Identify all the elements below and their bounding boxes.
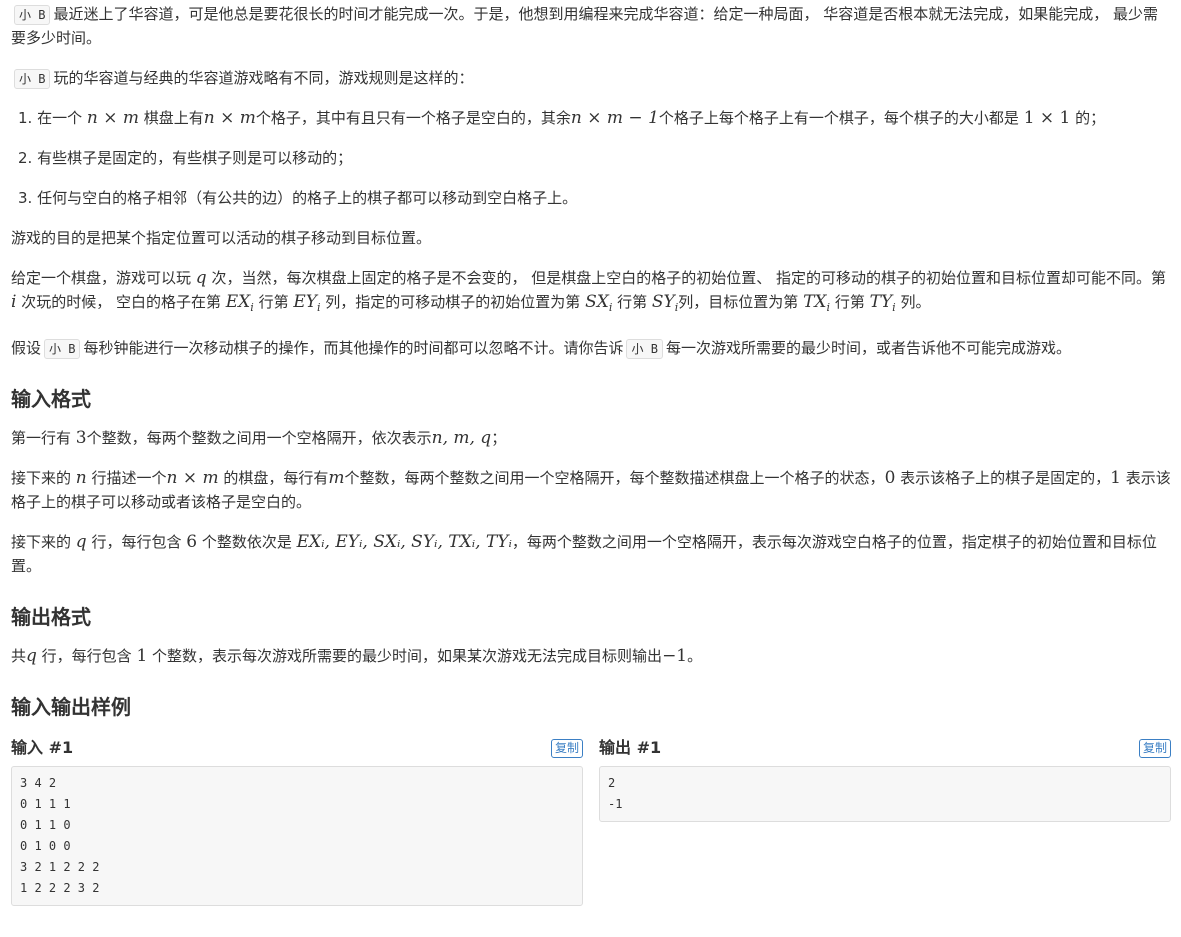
sample-input-box[interactable]: 3 4 2 0 1 1 1 0 1 1 0 0 1 0 0 3 2 1 2 2 …: [11, 766, 583, 906]
inline-code-tag: 小 B: [44, 339, 81, 359]
rule-item: 3. 任何与空白的格子相邻（有公共的边）的格子上的棋子都可以移动到空白格子上。: [18, 189, 578, 207]
inline-code-tag: 小 B: [626, 339, 663, 359]
input-format-line3: 接下来的 q 行，每行包含 6 个整数依次是 EXᵢ, EYᵢ, SXᵢ, SY…: [11, 532, 1157, 575]
inline-code-tag: 小 B: [14, 69, 51, 89]
output-format-line: 共q 行，每行包含 1 个整数，表示每次游戏所需要的最少时间，如果某次游戏无法完…: [11, 646, 703, 666]
inline-code-tag: 小 B: [14, 5, 51, 25]
sample-input-title: 输入 #1: [11, 738, 74, 757]
samples-container: 输入 #1 复制 3 4 2 0 1 1 1 0 1 1 0 0 1 0 0 3…: [11, 734, 1171, 906]
sample-output-box[interactable]: 2 -1: [599, 766, 1171, 822]
sample-output-title: 输出 #1: [599, 738, 662, 757]
samples-heading: 输入输出样例: [11, 695, 131, 719]
input-format-line1: 第一行有 3个整数，每两个整数之间用一个空格隔开，依次表示n, m, q；: [11, 428, 507, 448]
rules-list: 1. 在一个 n × m 棋盘上有n × m个格子，其中有且只有一个格子是空白的…: [11, 106, 1171, 210]
sample-input: 输入 #1 复制 3 4 2 0 1 1 1 0 1 1 0 0 1 0 0 3…: [11, 734, 583, 906]
rule-item: 1. 在一个 n × m 棋盘上有n × m个格子，其中有且只有一个格子是空白的…: [18, 108, 1106, 128]
problem-statement: 小 B 最近迷上了华容道，可是他总是要花很长的时间才能完成一次。于是，他想到用编程…: [0, 0, 1181, 906]
intro-paragraph: 小 B 最近迷上了华容道，可是他总是要花很长的时间才能完成一次。于是，他想到用编程…: [11, 5, 1158, 47]
goal-paragraph: 游戏的目的是把某个指定位置可以活动的棋子移动到目标位置。: [11, 229, 432, 247]
sample-output-header: 输出 #1 复制: [599, 734, 1171, 762]
rules-intro-paragraph: 小 B 玩的华容道与经典的华容道游戏略有不同，游戏规则是这样的：: [11, 66, 1171, 90]
copy-output-button[interactable]: 复制: [1138, 738, 1171, 758]
sample-input-header: 输入 #1 复制: [11, 734, 583, 762]
sample-output: 输出 #1 复制 2 -1: [599, 734, 1171, 906]
input-format-line2: 接下来的 n 行描述一个n × m 的棋盘，每行有m个整数，每两个整数之间用一个…: [11, 468, 1171, 511]
query-paragraph: 给定一个棋盘，游戏可以玩 q 次，当然，每次棋盘上固定的格子是不会变的， 但是棋…: [11, 268, 1166, 314]
output-format-heading: 输出格式: [11, 605, 91, 629]
copy-input-button[interactable]: 复制: [550, 738, 583, 758]
rule-item: 2. 有些棋子是固定的，有些棋子则是可以移动的；: [18, 149, 353, 167]
input-format-heading: 输入格式: [11, 387, 91, 411]
assumption-paragraph: 假设小 B 每秒钟能进行一次移动棋子的操作，而其他操作的时间都可以忽略不计。请你告…: [11, 339, 1071, 359]
